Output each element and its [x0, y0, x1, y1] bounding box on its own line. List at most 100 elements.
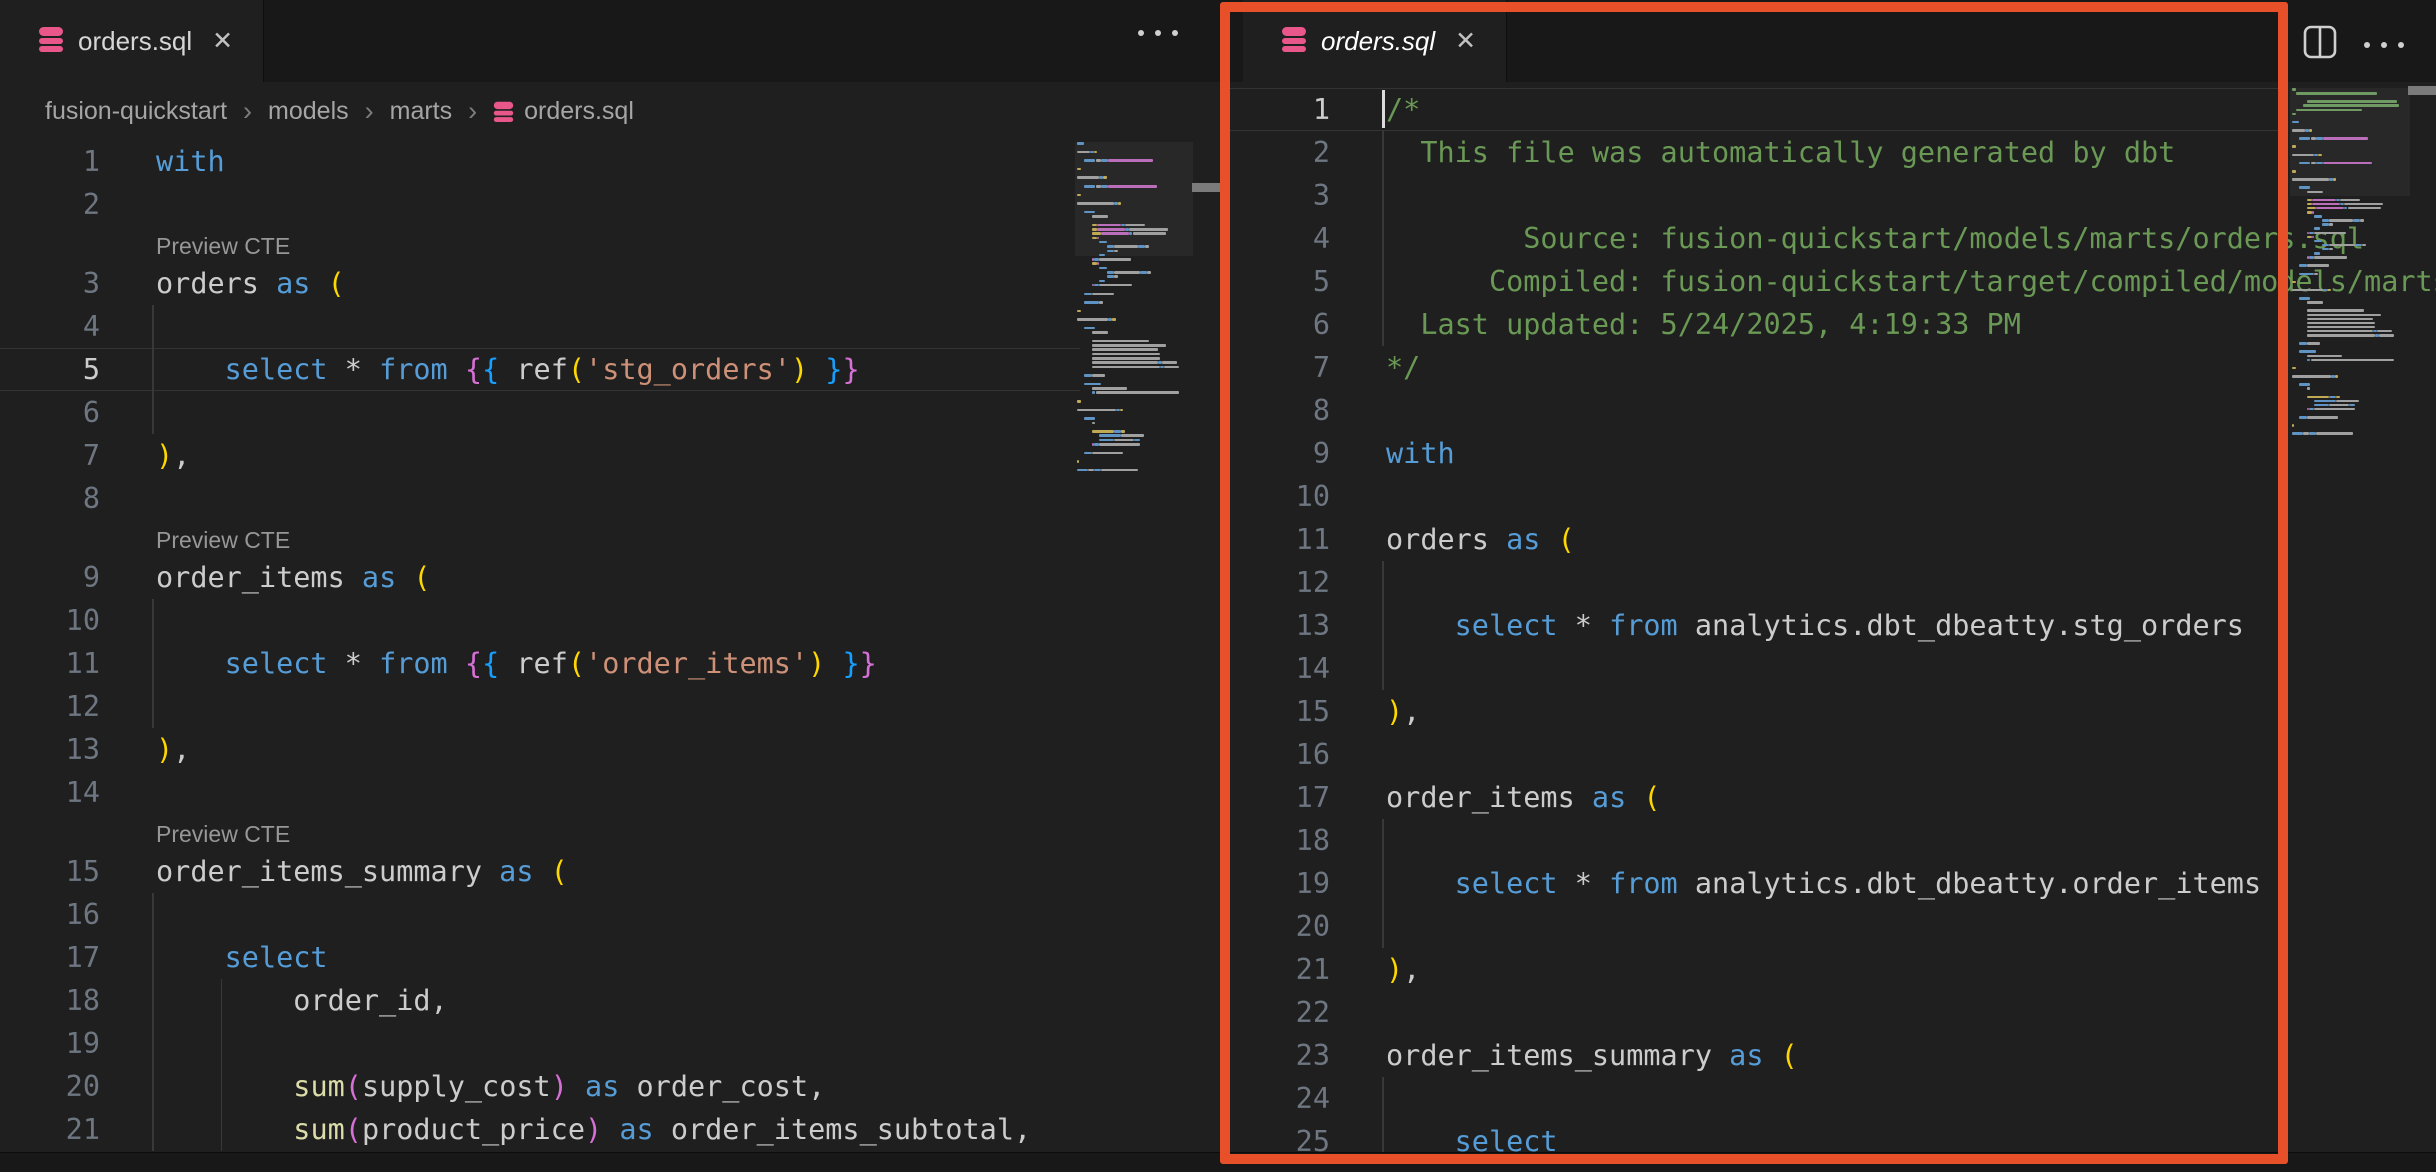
editor-bottom-edge — [1230, 1152, 2436, 1172]
code-line-18: 18 order_id, — [0, 979, 1230, 1022]
indent-guide — [221, 1108, 223, 1151]
breadcrumb-item-models[interactable]: models — [268, 97, 349, 126]
code-line-12: 12 — [1230, 561, 2436, 604]
code-line-8: 8 — [0, 477, 1230, 520]
close-icon[interactable]: ✕ — [1455, 29, 1476, 54]
editor-group-left: orders.sql ✕ fusion-quickstart › models › ma… — [0, 0, 1230, 1172]
code-line-14: 14 — [1230, 647, 2436, 690]
code-text: order_items as ( — [156, 556, 431, 599]
code-line-1: 1/* — [1230, 88, 2436, 131]
code-line-11: 11orders as ( — [1230, 518, 2436, 561]
code-line-15: 15order_items_summary as ( — [0, 850, 1230, 893]
code-text: order_items_summary as ( — [1386, 1034, 1798, 1077]
close-icon[interactable]: ✕ — [212, 29, 233, 54]
line-number: 8 — [0, 477, 100, 520]
minimap-right[interactable] — [2290, 88, 2410, 448]
line-number: 12 — [1230, 561, 1330, 604]
codelens-preview-cte[interactable]: Preview CTE — [0, 226, 1230, 262]
breadcrumb-separator: › — [468, 96, 477, 127]
breadcrumb-item-orders.sql[interactable]: orders.sql — [493, 97, 634, 126]
line-number: 16 — [1230, 733, 1330, 776]
code-text: sum(supply_cost) as order_cost, — [156, 1065, 825, 1108]
code-line-17: 17 select — [0, 936, 1230, 979]
code-line-3: 3 — [1230, 174, 2436, 217]
indent-guide — [1382, 819, 1384, 862]
line-number: 14 — [1230, 647, 1330, 690]
line-number: 13 — [0, 728, 100, 771]
tab-orders-sql[interactable]: orders.sql ✕ — [0, 0, 264, 82]
breadcrumb-item-marts[interactable]: marts — [390, 97, 453, 126]
code-line-13: 13 select * from analytics.dbt_dbeatty.s… — [1230, 604, 2436, 647]
line-number: 10 — [0, 599, 100, 642]
overview-ruler-cursor-marker — [2408, 86, 2436, 95]
line-number: 19 — [0, 1022, 100, 1065]
code-text: */ — [1386, 346, 1420, 389]
code-line-9: 9with — [1230, 432, 2436, 475]
indent-guide — [1382, 217, 1384, 260]
line-number: 9 — [0, 556, 100, 599]
line-number: 1 — [0, 140, 100, 183]
breadcrumb-separator: › — [365, 96, 374, 127]
code-line-24: 24 — [1230, 1077, 2436, 1120]
indent-guide — [221, 979, 223, 1022]
indent-guide — [152, 936, 154, 979]
indent-guide — [221, 1022, 223, 1065]
indent-guide — [1382, 303, 1384, 346]
code-line-17: 17order_items as ( — [1230, 776, 2436, 819]
tab-orders-sql-preview[interactable]: orders.sql ✕ — [1243, 0, 1507, 82]
indent-guide — [221, 1065, 223, 1108]
line-number: 18 — [0, 979, 100, 1022]
line-number: 20 — [0, 1065, 100, 1108]
line-number: 5 — [1230, 260, 1330, 303]
indent-guide — [152, 893, 154, 936]
indent-guide — [1382, 561, 1384, 604]
breadcrumb-separator: › — [243, 96, 252, 127]
line-number: 4 — [0, 305, 100, 348]
database-icon — [38, 25, 64, 58]
more-actions-icon[interactable] — [1138, 30, 1178, 36]
line-number: 23 — [1230, 1034, 1330, 1077]
code-line-14: 14 — [0, 771, 1230, 814]
code-line-18: 18 — [1230, 819, 2436, 862]
line-number: 2 — [0, 183, 100, 226]
indent-guide — [152, 685, 154, 728]
line-number: 15 — [0, 850, 100, 893]
code-text: ), — [1386, 948, 1420, 991]
code-editor-right[interactable]: 1/*2 This file was automatically generat… — [1230, 88, 2436, 1163]
indent-guide — [152, 305, 154, 348]
line-number: 17 — [0, 936, 100, 979]
breadcrumb-item-fusion-quickstart[interactable]: fusion-quickstart — [45, 97, 227, 126]
minimap-left[interactable] — [1075, 142, 1193, 482]
overview-ruler-cursor-marker — [1192, 183, 1226, 192]
code-text: select — [156, 936, 328, 979]
line-number: 9 — [1230, 432, 1330, 475]
text-cursor — [1382, 90, 1385, 128]
code-editor-left[interactable]: 1with2Preview CTE3orders as (45 select *… — [0, 140, 1230, 1151]
indent-guide — [1382, 1077, 1384, 1120]
code-line-7: 7*/ — [1230, 346, 2436, 389]
split-editor-icon[interactable] — [2302, 24, 2338, 65]
code-line-16: 16 — [1230, 733, 2436, 776]
more-actions-icon[interactable] — [2364, 42, 2404, 48]
indent-guide — [152, 1108, 154, 1151]
current-line-highlight — [0, 348, 1080, 391]
line-number: 20 — [1230, 905, 1330, 948]
code-text: sum(product_price) as order_items_subtot… — [156, 1108, 1031, 1151]
code-line-6: 6 — [0, 391, 1230, 434]
codelens-preview-cte[interactable]: Preview CTE — [0, 814, 1230, 850]
code-line-11: 11 select * from {{ ref('order_items') }… — [0, 642, 1230, 685]
line-number: 22 — [1230, 991, 1330, 1034]
line-number: 24 — [1230, 1077, 1330, 1120]
code-line-20: 20 sum(supply_cost) as order_cost, — [0, 1065, 1230, 1108]
line-number: 21 — [1230, 948, 1330, 991]
code-text: select * from analytics.dbt_dbeatty.orde… — [1386, 862, 2261, 905]
code-line-6: 6 Last updated: 5/24/2025, 4:19:33 PM — [1230, 303, 2436, 346]
indent-guide — [152, 1022, 154, 1065]
database-icon — [1281, 25, 1307, 58]
line-number: 14 — [0, 771, 100, 814]
codelens-preview-cte[interactable]: Preview CTE — [0, 520, 1230, 556]
code-text: select * from analytics.dbt_dbeatty.stg_… — [1386, 604, 2244, 647]
indent-guide — [1382, 862, 1384, 905]
indent-guide — [1382, 131, 1384, 174]
tab-label: orders.sql — [1321, 26, 1435, 57]
